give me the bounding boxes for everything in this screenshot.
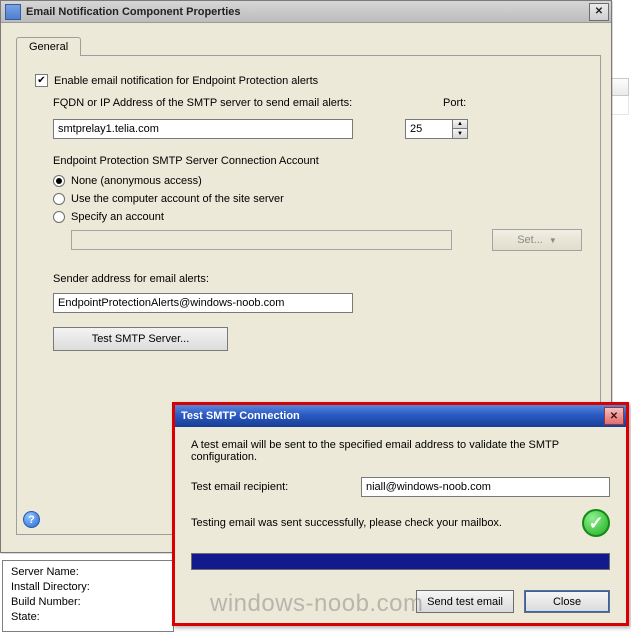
enable-label: Enable email notification for Endpoint P… (54, 75, 318, 87)
close-icon[interactable]: ✕ (604, 407, 624, 425)
close-button-label: Close (553, 596, 581, 608)
set-button-label: Set... (517, 234, 543, 246)
recipient-input[interactable] (361, 477, 610, 497)
port-label: Port: (443, 97, 503, 109)
enable-checkbox[interactable]: ✔ (35, 74, 48, 87)
spinner-up-icon[interactable]: ▲ (452, 119, 468, 129)
radio-computer-account[interactable] (53, 193, 65, 205)
radio-specify-account[interactable] (53, 211, 65, 223)
radio-none[interactable] (53, 175, 65, 187)
set-button: Set... ▼ (492, 229, 582, 251)
chevron-down-icon: ▼ (549, 236, 557, 245)
smtp-message: A test email will be sent to the specifi… (191, 439, 610, 463)
progress-bar (191, 553, 610, 570)
server-info-panel: Server Name: Install Directory: Build Nu… (2, 560, 174, 632)
smtp-dialog-title: Test SMTP Connection (181, 410, 604, 422)
account-input (71, 230, 452, 250)
info-state: State: (11, 610, 165, 625)
titlebar[interactable]: Email Notification Component Properties … (1, 1, 611, 23)
spinner-down-icon[interactable]: ▼ (452, 129, 468, 139)
send-test-email-button[interactable]: Send test email (416, 590, 514, 613)
port-spinner[interactable]: ▲ ▼ (452, 119, 468, 139)
test-smtp-dialog: Test SMTP Connection ✕ A test email will… (172, 402, 629, 626)
test-smtp-button-label: Test SMTP Server... (92, 333, 190, 345)
sender-input[interactable] (53, 293, 353, 313)
tabstrip: General (16, 33, 601, 55)
info-install-dir: Install Directory: (11, 580, 165, 595)
smtp-titlebar[interactable]: Test SMTP Connection ✕ (175, 405, 626, 427)
radio-specify-label: Specify an account (71, 211, 164, 223)
sender-label: Sender address for email alerts: (53, 273, 582, 285)
recipient-label: Test email recipient: (191, 481, 361, 493)
tab-general[interactable]: General (16, 37, 81, 56)
test-smtp-button[interactable]: Test SMTP Server... (53, 327, 228, 351)
smtp-status-text: Testing email was sent successfully, ple… (191, 517, 582, 529)
dialog-title: Email Notification Component Properties (26, 6, 589, 18)
radio-none-label: None (anonymous access) (71, 175, 202, 187)
port-input[interactable] (405, 119, 453, 139)
send-test-email-label: Send test email (427, 596, 503, 608)
conn-account-label: Endpoint Protection SMTP Server Connecti… (53, 155, 582, 167)
fqdn-input[interactable] (53, 119, 353, 139)
close-button[interactable]: Close (524, 590, 610, 613)
fqdn-label: FQDN or IP Address of the SMTP server to… (53, 97, 352, 109)
info-build-number: Build Number: (11, 595, 165, 610)
info-server-name: Server Name: (11, 565, 165, 580)
close-icon[interactable]: ✕ (589, 3, 609, 21)
success-check-icon: ✓ (582, 509, 610, 537)
app-icon (5, 4, 21, 20)
radio-computer-label: Use the computer account of the site ser… (71, 193, 284, 205)
help-icon[interactable]: ? (23, 511, 40, 528)
